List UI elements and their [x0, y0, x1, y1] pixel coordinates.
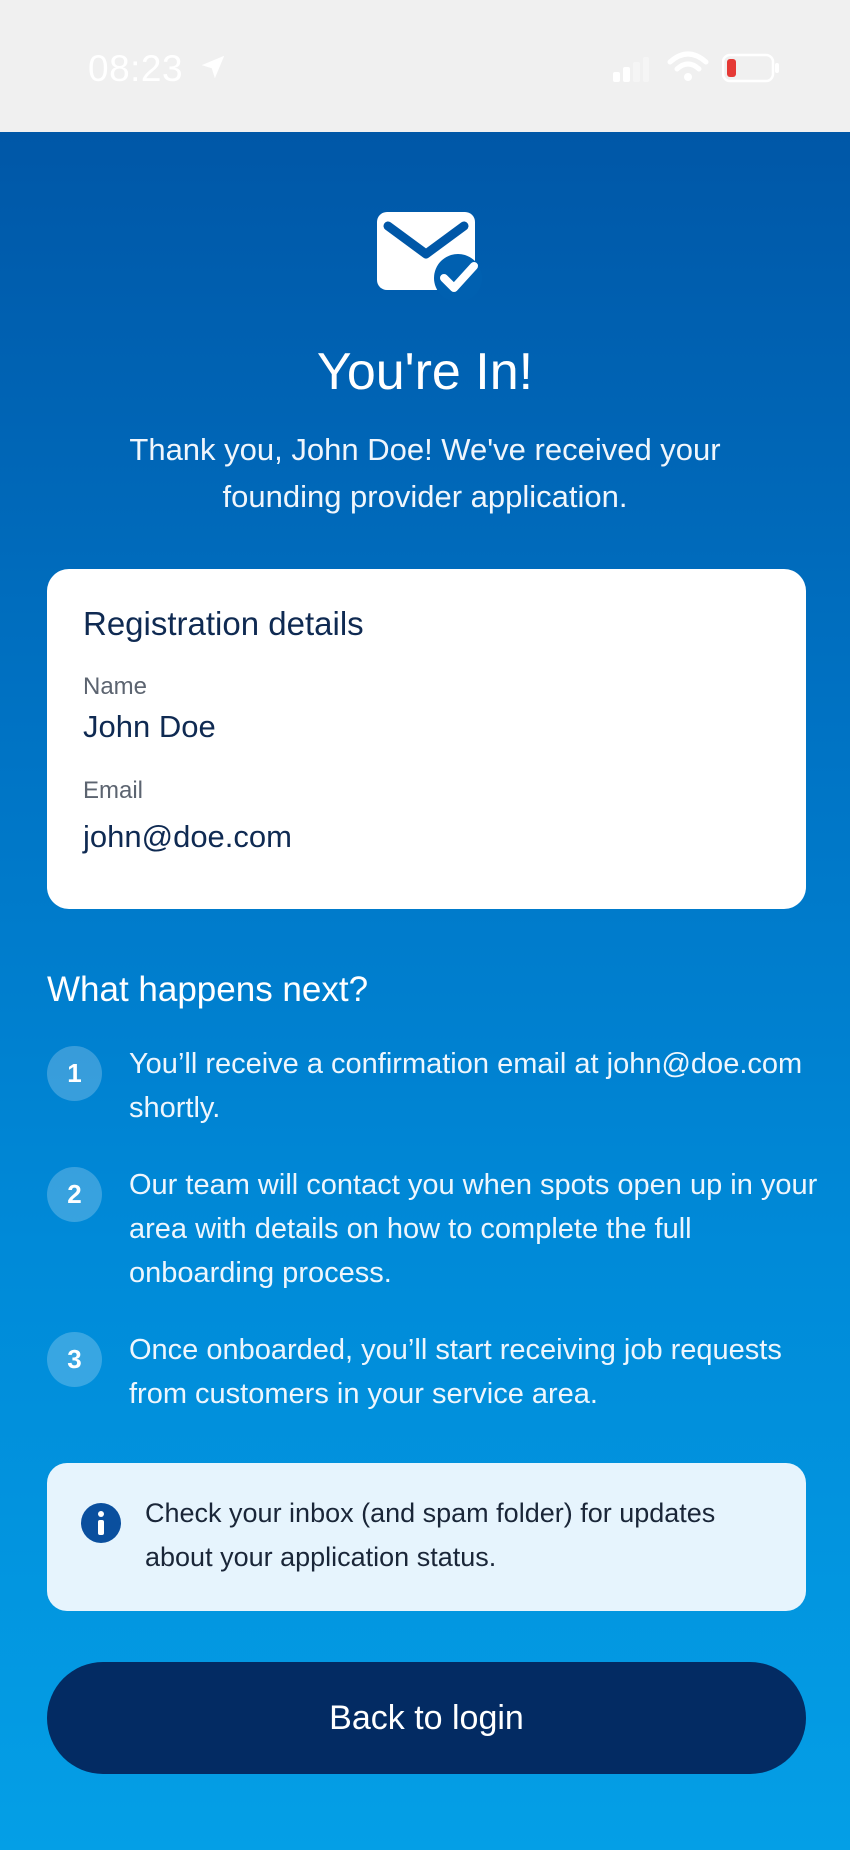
step-number: 3 [47, 1332, 102, 1387]
next-steps-heading: What happens next? [47, 970, 369, 1009]
email-label: Email [83, 777, 144, 804]
registration-details-card: Registration details Name John Doe Email… [47, 569, 806, 909]
info-notice: Check your inbox (and spam folder) for u… [47, 1463, 806, 1611]
confirmation-screen: You're In! Thank you, John Doe! We've re… [0, 132, 850, 1850]
step-number: 2 [47, 1167, 102, 1222]
name-value: John Doe [83, 709, 216, 744]
name-label: Name [83, 673, 148, 700]
page-title: You're In! [316, 343, 534, 401]
info-icon [81, 1503, 121, 1543]
page-subtitle: Thank you, John Doe! We've received your… [129, 432, 721, 514]
step-text: Our team will contact you when spots ope… [129, 1169, 818, 1289]
battery-icon [722, 53, 779, 83]
email-value: john@doe.com [83, 819, 292, 854]
mail-check-icon [377, 212, 482, 300]
wifi-icon [667, 51, 709, 81]
step-text: You’ll receive a confirmation email at j… [129, 1048, 803, 1124]
back-to-login-button[interactable]: Back to login [47, 1662, 806, 1774]
card-title: Registration details [83, 605, 364, 642]
location-arrow-icon [201, 55, 225, 79]
info-text: Check your inbox (and spam folder) for u… [145, 1498, 716, 1572]
status-bar: 08:23 [0, 0, 850, 132]
status-time: 08:23 [88, 48, 184, 89]
signal-icon [613, 57, 649, 82]
step-number: 1 [47, 1046, 102, 1101]
step-text: Once onboarded, you’ll start receiving j… [129, 1334, 782, 1410]
